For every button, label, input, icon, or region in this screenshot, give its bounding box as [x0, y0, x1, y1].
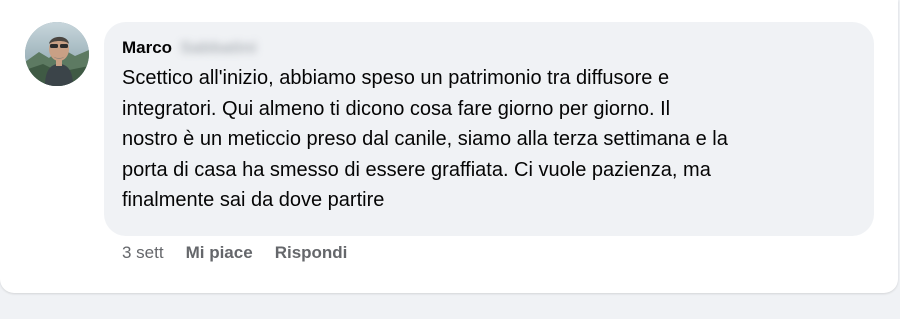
comment-card: Marco Sabbatini Scettico all'inizio, abb… — [0, 0, 898, 293]
avatar-photo-icon — [25, 22, 89, 86]
comment-text: Scettico all'inizio, abbiamo speso un pa… — [122, 67, 728, 211]
reply-button[interactable]: Rispondi — [275, 243, 348, 263]
comment-timestamp[interactable]: 3 sett — [122, 243, 164, 263]
author-last-name-blurred[interactable]: Sabbatini — [180, 36, 257, 60]
comment-bubble: Marco Sabbatini Scettico all'inizio, abb… — [104, 22, 874, 236]
avatar[interactable] — [25, 22, 89, 86]
comment-actions: 3 sett Mi piace Rispondi — [122, 241, 347, 265]
comment-author: Marco Sabbatini — [122, 36, 856, 60]
author-first-name[interactable]: Marco — [122, 36, 172, 60]
like-button[interactable]: Mi piace — [186, 243, 253, 263]
